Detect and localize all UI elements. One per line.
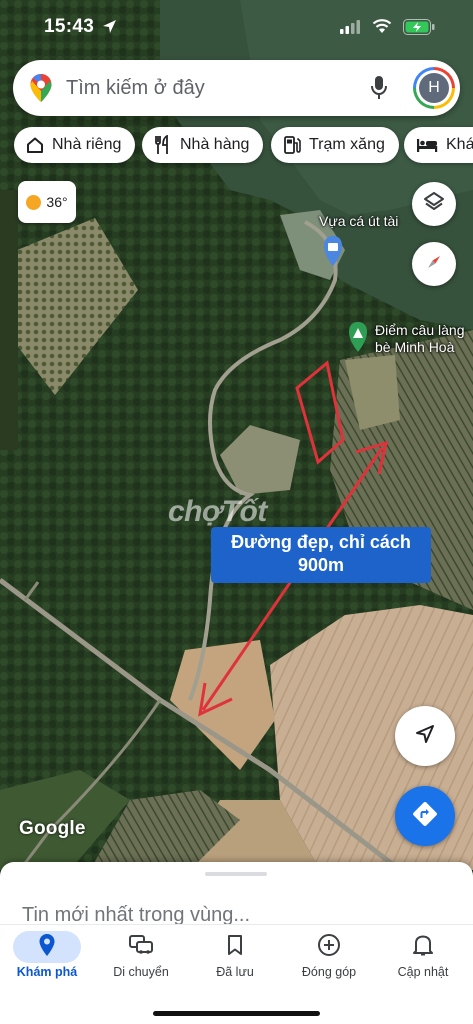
status-bar: 15:43	[0, 0, 473, 56]
chip-label: Khác	[446, 136, 473, 153]
chip-label: Nhà riêng	[52, 136, 122, 153]
chip-gas-station[interactable]: Trạm xăng	[271, 127, 399, 163]
microphone-icon[interactable]	[370, 75, 388, 106]
status-time: 15:43	[44, 16, 95, 37]
battery-charging-icon	[403, 19, 435, 40]
nav-saved[interactable]: Đã lưu	[188, 925, 282, 995]
compass-icon	[423, 251, 445, 278]
car-icon	[128, 934, 154, 961]
chip-home[interactable]: Nhà riêng	[14, 127, 136, 163]
nav-label: Đã lưu	[216, 965, 254, 979]
search-input[interactable]: Tìm kiếm ở đây	[66, 77, 205, 100]
nav-contribute[interactable]: Đóng góp	[282, 925, 376, 995]
bed-icon	[416, 137, 438, 153]
nav-updates[interactable]: Cập nhật	[376, 925, 470, 995]
chip-restaurant[interactable]: Nhà hàng	[142, 127, 264, 163]
plus-circle-icon	[317, 933, 341, 962]
nav-label: Khám phá	[16, 965, 78, 979]
distance-annotation: Đường đẹp, chỉ cách 900m	[211, 527, 431, 583]
gas-pump-icon	[283, 135, 301, 155]
layers-icon	[423, 191, 445, 218]
chip-label: Trạm xăng	[309, 136, 385, 153]
chip-other[interactable]: Khác	[404, 127, 473, 163]
sun-icon	[26, 194, 42, 210]
directions-icon	[412, 801, 438, 832]
place-label-vua-ca[interactable]: Vựa cá út tài	[319, 213, 398, 230]
weather-temperature: 36°	[46, 194, 68, 210]
watermark: chợTốt	[168, 495, 267, 528]
search-bar[interactable]: Tìm kiếm ở đây H	[13, 60, 460, 116]
cellular-signal-icon	[340, 20, 360, 39]
annotation-line1: Đường đẹp, chỉ cách	[231, 532, 411, 552]
avatar-initial: H	[419, 73, 449, 103]
weather-badge[interactable]: 36°	[18, 181, 76, 223]
home-icon	[26, 136, 44, 154]
navigation-arrow-icon	[414, 723, 436, 750]
location-arrow-icon	[102, 19, 117, 39]
bookmark-icon	[227, 934, 243, 961]
place-label-line2: bè Minh Hoà	[375, 339, 455, 355]
bottom-sheet[interactable]: Tin mới nhất trong vùng...	[0, 862, 473, 932]
nav-commute[interactable]: Di chuyển	[94, 925, 188, 995]
google-maps-pin-icon	[29, 73, 53, 108]
layers-button[interactable]	[412, 182, 456, 226]
nav-label: Cập nhật	[397, 965, 449, 979]
sheet-drag-handle[interactable]	[205, 872, 267, 876]
account-avatar[interactable]: H	[413, 67, 455, 109]
my-location-button[interactable]	[395, 706, 455, 766]
place-label-diem-cau[interactable]: Điểm câu làng bè Minh Hoà	[375, 322, 465, 356]
directions-button[interactable]	[395, 786, 455, 846]
bell-icon	[413, 933, 433, 962]
nav-label: Đóng góp	[301, 965, 357, 979]
fork-knife-icon	[154, 135, 172, 155]
wifi-icon	[372, 18, 392, 39]
annotation-line2: 900m	[297, 555, 345, 575]
google-attribution: Google	[19, 818, 86, 839]
bottom-navigation: Khám phá Di chuyển Đã lưu Đóng góp Cập n…	[0, 924, 473, 1024]
location-pin-icon	[38, 933, 56, 962]
compass-button[interactable]	[412, 242, 456, 286]
category-chips: Nhà riêng Nhà hàng Trạm xăng Khá	[0, 127, 473, 165]
chip-label: Nhà hàng	[180, 136, 250, 153]
place-label-line1: Điểm câu làng	[375, 322, 465, 338]
nav-explore[interactable]: Khám phá	[0, 925, 94, 995]
nav-label: Di chuyển	[113, 965, 169, 979]
home-indicator[interactable]	[153, 1011, 320, 1016]
